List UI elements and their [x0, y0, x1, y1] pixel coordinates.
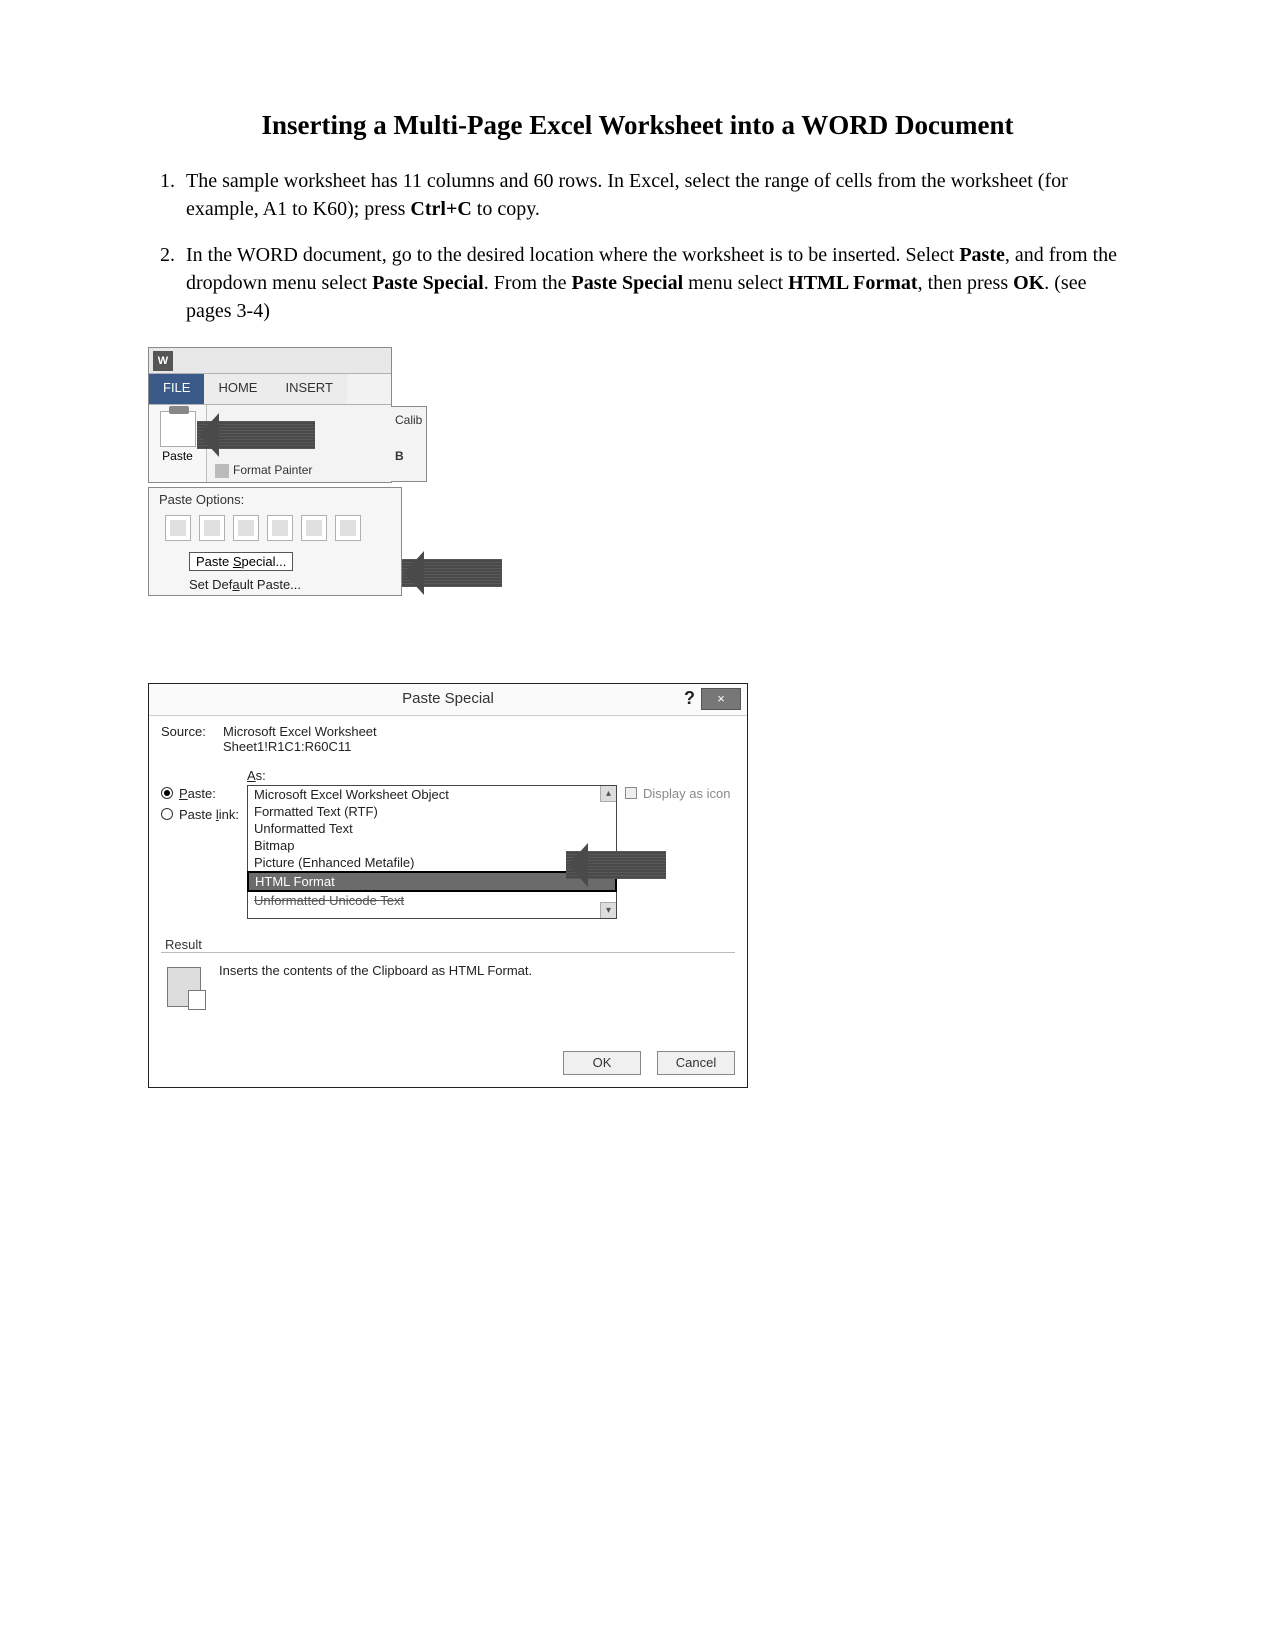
- paste-option-3[interactable]: [233, 515, 259, 541]
- dialog-body: Source: Microsoft Excel Worksheet Sheet1…: [149, 716, 747, 1045]
- format-painter-item[interactable]: Format Painter: [215, 463, 387, 478]
- list-item[interactable]: Microsoft Excel Worksheet Object: [248, 786, 616, 803]
- step-1-kbd: Ctrl+C: [410, 198, 471, 220]
- paste-option-4[interactable]: [267, 515, 293, 541]
- paste-dropdown: Paste Options: Paste Special... Set Defa…: [148, 487, 402, 596]
- clipboard-group: Cut Copy Format Painter: [207, 405, 391, 482]
- annotation-arrow-html-format: [566, 851, 666, 879]
- list-item[interactable]: Formatted Text (RTF): [248, 803, 616, 820]
- steps-list: The sample worksheet has 11 columns and …: [148, 167, 1135, 325]
- word-app-icon: W: [153, 351, 173, 371]
- quick-access-toolbar: W: [149, 348, 391, 374]
- paste-option-2[interactable]: [199, 515, 225, 541]
- tab-home[interactable]: HOME: [204, 374, 271, 404]
- ribbon-figure: W FILE HOME INSERT Paste Cut Copy Format…: [148, 347, 1135, 483]
- word-ribbon: W FILE HOME INSERT Paste Cut Copy Format…: [148, 347, 392, 483]
- step-2: In the WORD document, go to the desired …: [180, 241, 1135, 325]
- paste-link-radio[interactable]: Paste link:: [161, 807, 247, 822]
- step-2-ok: OK: [1013, 272, 1044, 294]
- display-as-icon-checkbox[interactable]: Display as icon: [625, 786, 735, 801]
- ok-button[interactable]: OK: [563, 1051, 641, 1075]
- step-2-paste-special2: Paste Special: [572, 272, 684, 294]
- tab-file[interactable]: FILE: [149, 374, 204, 404]
- ribbon-groups: Paste Cut Copy Format Painter: [149, 404, 391, 482]
- display-as-icon-label: Display as icon: [643, 786, 730, 801]
- format-painter-label: Format Painter: [233, 463, 312, 477]
- paste-link-radio-label: Paste link:: [179, 807, 239, 822]
- step-1-text-c: to copy.: [472, 198, 540, 220]
- step-2-paste: Paste: [959, 244, 1005, 266]
- list-item[interactable]: Unformatted Text: [248, 820, 616, 837]
- dialog-content: Paste: Paste link: As: ▴ Microsoft Excel…: [161, 768, 735, 919]
- scroll-down-button[interactable]: ▾: [600, 902, 616, 918]
- font-name-partial[interactable]: Calib: [395, 413, 422, 427]
- ribbon-tabs: FILE HOME INSERT: [149, 374, 391, 404]
- paste-special-figure: Paste Special ? × Source: Microsoft Exce…: [148, 683, 748, 1088]
- paste-options-header: Paste Options:: [149, 488, 401, 511]
- clipboard-result-icon: [167, 967, 201, 1007]
- source-line-2: Sheet1!R1C1:R60C11: [223, 739, 377, 754]
- paste-option-6[interactable]: [335, 515, 361, 541]
- step-1-text-a: The sample worksheet has 11 columns and …: [186, 170, 1068, 220]
- list-item[interactable]: Unformatted Unicode Text: [248, 892, 616, 909]
- annotation-arrow-paste-special: [402, 559, 502, 587]
- set-default-paste-menu-item[interactable]: Set Default Paste...: [149, 574, 401, 595]
- paste-special-menu-item[interactable]: Paste Special...: [189, 552, 293, 571]
- help-button[interactable]: ?: [684, 688, 695, 709]
- radio-dot-selected-icon: [161, 787, 173, 799]
- radio-dot-icon: [161, 808, 173, 820]
- dialog-titlebar: Paste Special ? ×: [149, 684, 747, 716]
- paste-radio-label: Paste:: [179, 786, 216, 801]
- step-1: The sample worksheet has 11 columns and …: [180, 167, 1135, 223]
- paste-option-1[interactable]: [165, 515, 191, 541]
- bold-button[interactable]: B: [395, 449, 422, 463]
- as-label: As:: [247, 768, 617, 783]
- result-inner: Inserts the contents of the Clipboard as…: [161, 952, 735, 1031]
- paste-option-5[interactable]: [301, 515, 327, 541]
- radio-column: Paste: Paste link:: [161, 768, 247, 919]
- result-legend: Result: [161, 937, 206, 952]
- step-2-text-g: menu select: [683, 272, 788, 294]
- step-2-paste-special1: Paste Special: [372, 272, 484, 294]
- scroll-up-button[interactable]: ▴: [600, 786, 616, 802]
- display-column: Display as icon: [617, 768, 735, 919]
- source-label: Source:: [161, 724, 211, 754]
- step-2-text-a: In the WORD document, go to the desired …: [186, 244, 959, 266]
- dialog-title: Paste Special: [149, 690, 747, 707]
- page-title: Inserting a Multi-Page Excel Worksheet i…: [140, 110, 1135, 141]
- step-2-text-e: . From the: [484, 272, 572, 294]
- font-group-sliver: Calib B: [391, 406, 427, 482]
- step-2-text-i: , then press: [918, 272, 1014, 294]
- paste-options-icons: [149, 511, 401, 549]
- checkbox-icon: [625, 787, 637, 799]
- result-section: Result Inserts the contents of the Clipb…: [161, 937, 735, 1031]
- paste-radio[interactable]: Paste:: [161, 786, 247, 801]
- cancel-button[interactable]: Cancel: [657, 1051, 735, 1075]
- close-icon: ×: [717, 691, 725, 706]
- source-line-1: Microsoft Excel Worksheet: [223, 724, 377, 739]
- step-2-html-format: HTML Format: [788, 272, 917, 294]
- paste-special-dialog: Paste Special ? × Source: Microsoft Exce…: [148, 683, 748, 1088]
- annotation-arrow-paste: [197, 421, 315, 449]
- brush-icon: [215, 464, 229, 478]
- source-row: Source: Microsoft Excel Worksheet Sheet1…: [161, 724, 735, 754]
- close-button[interactable]: ×: [701, 688, 741, 710]
- result-text: Inserts the contents of the Clipboard as…: [219, 963, 532, 978]
- dialog-buttons: OK Cancel: [149, 1045, 747, 1087]
- tab-insert[interactable]: INSERT: [271, 374, 346, 404]
